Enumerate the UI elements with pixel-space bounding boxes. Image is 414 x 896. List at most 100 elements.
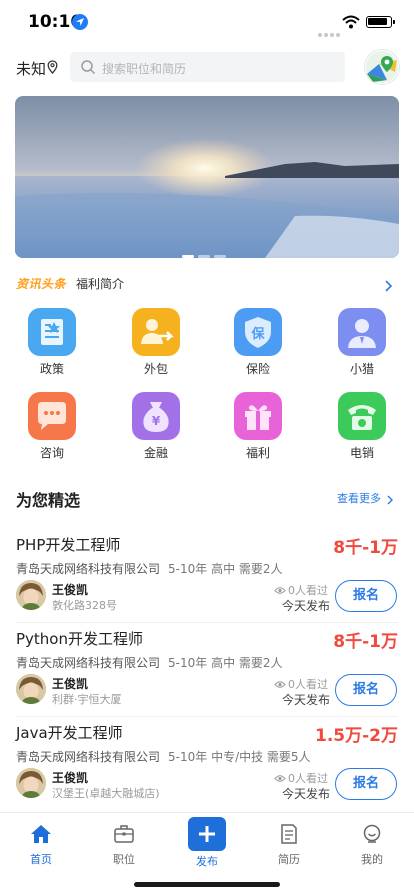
tab-home[interactable]: 首页 [0,819,82,869]
recruiter-name: 王俊凯 [52,583,89,597]
job-company: 青岛天成网络科技有限公司 5-10年 高中 需要2人 [16,560,283,577]
news-ticker[interactable]: 资讯头条 福利简介 [0,272,414,294]
tab-label: 我的 [361,853,383,866]
job-views: 0人看过 [274,770,328,786]
policy-icon [28,308,76,356]
views-count: 0人看过 [288,772,328,785]
category-telesales[interactable]: 电销 [322,392,402,462]
company-name: 青岛天成网络科技有限公司 [16,750,161,764]
resume-icon [278,823,300,845]
home-indicator[interactable] [134,882,280,887]
chevron-right-icon[interactable] [384,277,393,296]
eye-icon [274,775,286,782]
search-icon [81,60,96,75]
search-input[interactable]: 搜索职位和简历 [70,52,345,82]
avatar [16,580,46,610]
map-icon[interactable] [365,50,399,84]
divider [16,622,398,623]
consult-icon [28,392,76,440]
status-bar: 10:16 [0,0,414,44]
job-requirements: 5-10年 高中 需要2人 [168,562,283,576]
tab-jobs[interactable]: 职位 [83,819,165,869]
tab-label: 首页 [30,853,52,866]
signal-icon [318,22,342,41]
job-requirements: 5-10年 高中 需要2人 [168,656,283,670]
search-placeholder: 搜索职位和简历 [102,62,187,76]
tab-mine[interactable]: 我的 [331,819,413,869]
job-card[interactable]: PHP开发工程师 8千-1万 青岛天成网络科技有限公司 5-10年 高中 需要2人… [0,534,414,628]
job-requirements: 5-10年 中专/中技 需要5人 [168,750,311,764]
job-title: Java开发工程师 [16,724,123,742]
recruiter-name: 王俊凯 [52,771,89,785]
job-date: 今天发布 [282,599,331,613]
job-address: 敦化路328号 [52,599,117,612]
category-headhunter[interactable]: 小猎 [322,308,402,378]
job-title: Python开发工程师 [16,630,143,648]
chevron-right-icon[interactable] [386,491,394,510]
avatar [16,674,46,704]
job-views: 0人看过 [274,676,328,692]
location-pin-icon[interactable] [47,59,58,78]
city-selector[interactable]: 未知 [16,58,46,79]
briefcase-icon [113,823,135,845]
tab-label: 职位 [113,853,135,866]
outsource-icon [132,308,180,356]
apply-button[interactable]: 报名 [335,674,397,706]
job-address: 汉堡王(卓越大融城店) [52,787,160,800]
insurance-icon: 保 [234,308,282,356]
location-arrow-icon [72,14,88,30]
job-card[interactable]: Java开发工程师 1.5万-2万 青岛天成网络科技有限公司 5-10年 中专/中… [0,722,414,816]
tab-resume[interactable]: 简历 [248,819,330,869]
category-outsource[interactable]: 外包 [116,308,196,378]
wifi-icon [342,14,360,33]
headhunter-icon [338,308,386,356]
recruiter-name: 王俊凯 [52,677,89,691]
category-label: 保险 [245,362,270,376]
eye-icon [274,681,286,688]
category-label: 金融 [143,446,168,460]
category-welfare[interactable]: 福利 [218,392,298,462]
views-count: 0人看过 [288,678,328,691]
svg-text:¥: ¥ [152,414,161,428]
category-label: 政策 [39,362,64,376]
home-icon [30,823,52,845]
see-more-link[interactable]: 查看更多 [337,490,381,506]
telesales-icon [338,392,386,440]
category-insurance[interactable]: 保 保险 [218,308,298,378]
job-views: 0人看过 [274,582,328,598]
category-label: 福利 [245,446,270,460]
apply-button[interactable]: 报名 [335,580,397,612]
top-bar: 未知 搜索职位和简历 [0,50,414,86]
category-label: 外包 [143,362,168,376]
category-label: 咨询 [39,446,64,460]
banner-carousel[interactable] [15,96,399,258]
job-salary: 8千-1万 [333,538,398,558]
battery-icon [366,16,395,28]
views-count: 0人看过 [288,584,328,597]
section-title: 为您精选 [16,491,81,510]
category-label: 电销 [349,446,374,460]
category-finance[interactable]: ¥ 金融 [116,392,196,462]
profile-icon [361,823,383,845]
tab-label[interactable]: 发布 [166,853,248,869]
job-company: 青岛天成网络科技有限公司 5-10年 高中 需要2人 [16,654,283,671]
job-card[interactable]: Python开发工程师 8千-1万 青岛天成网络科技有限公司 5-10年 高中 需… [0,628,414,722]
job-date: 今天发布 [282,693,331,707]
publish-button[interactable] [188,817,226,851]
carousel-dots [182,243,230,262]
job-address: 利群·宇恒大厦 [52,693,122,706]
job-salary: 1.5万-2万 [315,726,398,746]
category-label: 小猎 [349,362,374,376]
finance-icon: ¥ [132,392,180,440]
job-salary: 8千-1万 [333,632,398,652]
news-logo: 资讯头条 [16,277,67,291]
apply-button[interactable]: 报名 [335,768,397,800]
job-company: 青岛天成网络科技有限公司 5-10年 中专/中技 需要5人 [16,748,311,765]
news-text[interactable]: 福利简介 [76,275,124,292]
category-policy[interactable]: 政策 [12,308,92,378]
tab-label: 简历 [278,853,300,866]
category-consult[interactable]: 咨询 [12,392,92,462]
company-name: 青岛天成网络科技有限公司 [16,656,161,670]
avatar [16,768,46,798]
divider [16,716,398,717]
